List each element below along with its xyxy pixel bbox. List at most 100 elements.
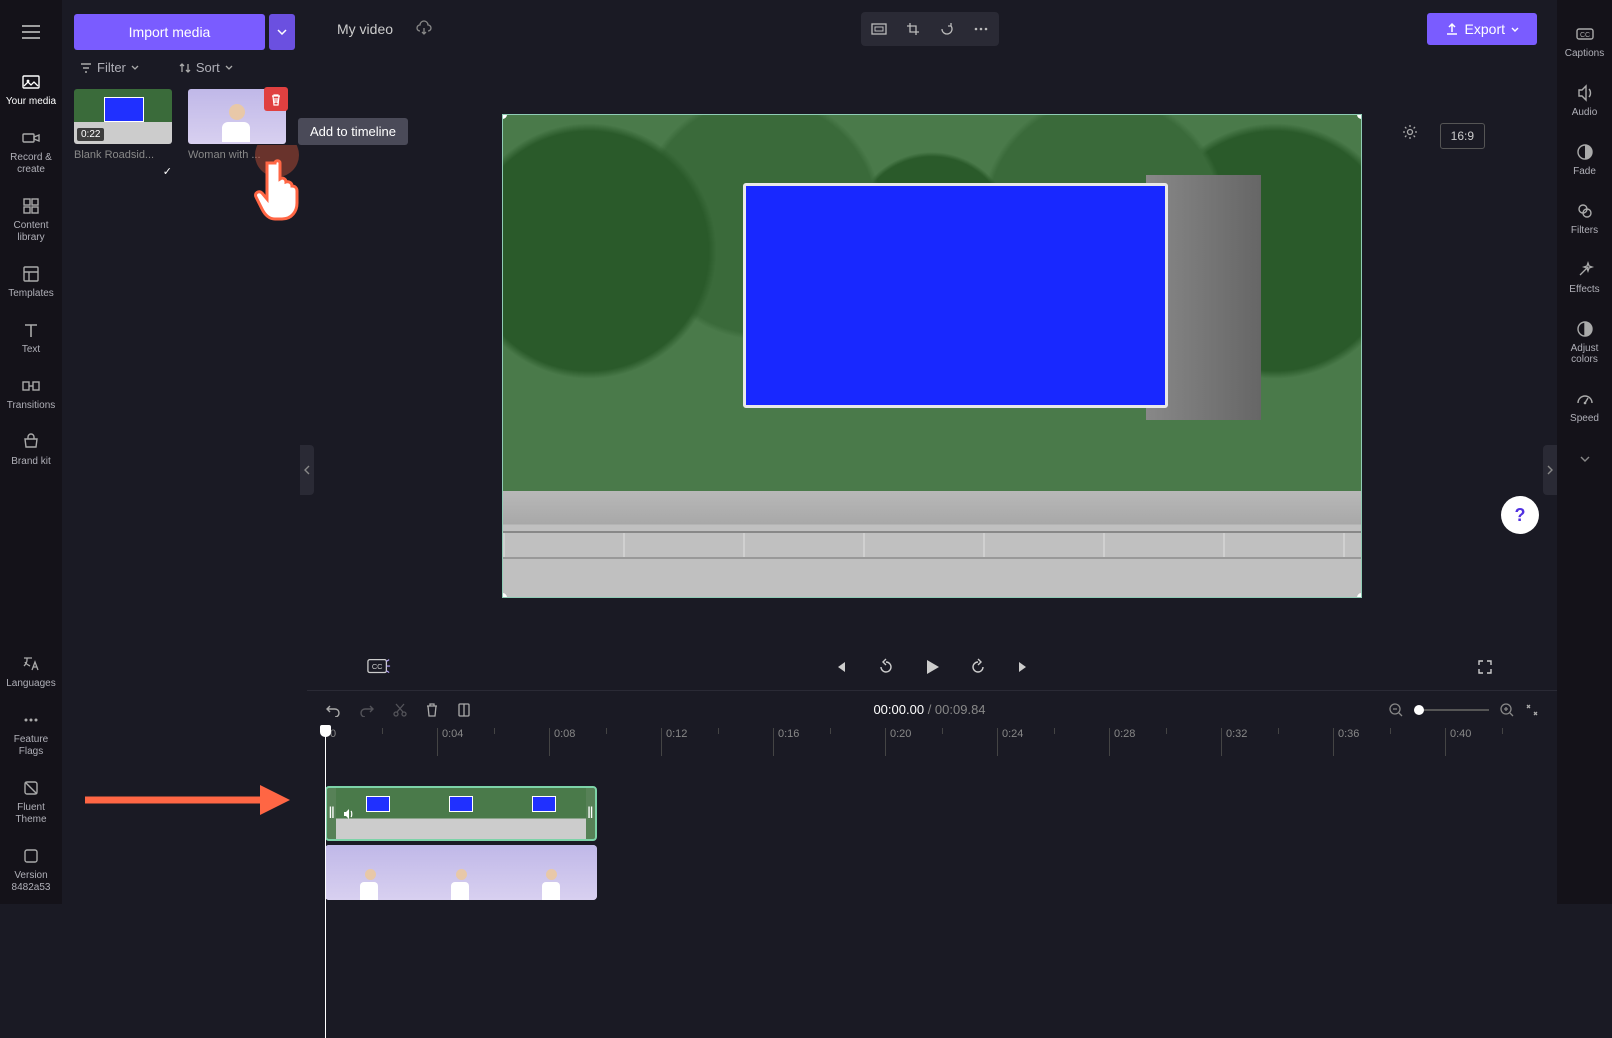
ruler-mark: 0:12 <box>661 728 773 756</box>
panel-adjust-colors[interactable]: Adjust colors <box>1557 307 1612 377</box>
zoom-slider[interactable] <box>1414 709 1489 711</box>
split-button[interactable] <box>457 702 471 718</box>
trash-icon <box>270 93 282 106</box>
brandkit-icon <box>21 432 41 452</box>
trash-icon <box>425 702 439 718</box>
library-icon <box>21 196 41 216</box>
panel-speed[interactable]: Speed <box>1557 377 1612 436</box>
preview-area: 16:9 <box>307 58 1557 644</box>
delete-button[interactable] <box>425 702 439 718</box>
nav-brand-kit[interactable]: Brand kit <box>0 422 62 478</box>
text-icon <box>21 320 41 340</box>
billboard-element[interactable] <box>743 183 1168 408</box>
left-nav-rail: Your media Record & create Content libra… <box>0 0 62 904</box>
preview-canvas[interactable] <box>502 114 1362 598</box>
undo-button[interactable] <box>325 703 341 717</box>
zoom-fit-button[interactable] <box>1525 703 1539 717</box>
playback-bar: CC <box>307 644 1557 690</box>
nav-templates[interactable]: Templates <box>0 254 62 310</box>
nav-record-create[interactable]: Record & create <box>0 118 62 186</box>
ruler-mark: 0:40 <box>1445 728 1557 756</box>
playhead[interactable] <box>325 728 326 1038</box>
nav-fluent-theme[interactable]: Fluent Theme <box>0 768 62 836</box>
media-clip-roadside[interactable]: 0:22 Blank Roadsid... ✓ <box>74 89 172 161</box>
fit-icon <box>1525 703 1539 717</box>
scissors-icon <box>393 702 407 718</box>
clip-handle-left[interactable]: ‖ <box>327 788 336 839</box>
crop-button[interactable] <box>898 15 928 43</box>
sync-button[interactable] <box>415 20 433 38</box>
fit-button[interactable] <box>864 15 894 43</box>
aspect-ratio-badge[interactable]: 16:9 <box>1440 123 1485 149</box>
timeline-clip-roadside[interactable]: ‖ ‖ <box>325 786 597 841</box>
split-icon <box>457 702 471 718</box>
nav-text[interactable]: Text <box>0 310 62 366</box>
delete-clip-button[interactable] <box>264 87 288 111</box>
rewind-button[interactable] <box>874 655 898 679</box>
captions-button[interactable]: CC <box>367 655 391 679</box>
ruler-mark: 0:08 <box>549 728 661 756</box>
duration-badge: 0:22 <box>77 128 104 141</box>
panel-audio[interactable]: Audio <box>1557 71 1612 130</box>
languages-icon <box>21 654 41 674</box>
cc-icon: CC <box>367 658 391 676</box>
timeline-tracks[interactable]: ‖ ‖ <box>307 756 1557 904</box>
cut-button[interactable] <box>393 702 407 718</box>
audio-icon <box>1575 83 1595 103</box>
right-panel-collapse[interactable] <box>1557 448 1612 470</box>
right-nav-rail: CC Captions Audio Fade Filters Effects A… <box>1557 0 1612 904</box>
version-icon <box>21 846 41 866</box>
panel-effects[interactable]: Effects <box>1557 248 1612 307</box>
sort-button[interactable]: Sort <box>179 60 233 75</box>
panel-fade[interactable]: Fade <box>1557 130 1612 189</box>
nav-languages[interactable]: Languages <box>0 644 62 700</box>
forward-button[interactable] <box>966 655 990 679</box>
zoom-in-icon <box>1499 702 1515 718</box>
redo-button[interactable] <box>359 703 375 717</box>
gear-icon <box>1401 123 1419 141</box>
clip-handle-right[interactable]: ‖ <box>586 788 595 839</box>
resize-handle[interactable] <box>502 593 507 598</box>
upload-icon <box>1445 22 1459 36</box>
prev-button[interactable] <box>828 655 852 679</box>
panel-captions[interactable]: CC Captions <box>1557 12 1612 71</box>
svg-text:CC: CC <box>372 662 383 671</box>
chevron-down-icon <box>225 65 233 70</box>
filter-button[interactable]: Filter <box>80 60 139 75</box>
resize-handle[interactable] <box>1357 593 1362 598</box>
import-media-dropdown[interactable] <box>269 14 295 50</box>
hamburger-menu[interactable] <box>0 12 62 52</box>
top-bar: My video Export <box>307 0 1557 58</box>
settings-button[interactable] <box>1401 123 1419 141</box>
timeline-clip-woman[interactable] <box>325 845 597 900</box>
nav-version[interactable]: Version 8482a53 <box>0 836 62 904</box>
fullscreen-button[interactable] <box>1473 655 1497 679</box>
zoom-in-button[interactable] <box>1499 702 1515 718</box>
export-button[interactable]: Export <box>1427 13 1537 45</box>
timeline-ruler[interactable]: 0 0:04 0:08 0:12 0:16 0:20 0:24 0:28 0:3… <box>307 728 1557 756</box>
nav-feature-flags[interactable]: Feature Flags <box>0 700 62 768</box>
ruler-mark: 0:20 <box>885 728 997 756</box>
redo-icon <box>359 703 375 717</box>
next-button[interactable] <box>1012 655 1036 679</box>
panel-filters[interactable]: Filters <box>1557 189 1612 248</box>
timeline-toolbar: 00:00.00 / 00:09.84 <box>307 690 1557 728</box>
chevron-down-icon <box>131 65 139 70</box>
sort-icon <box>179 62 191 74</box>
nav-transitions[interactable]: Transitions <box>0 366 62 422</box>
collapse-left-panel[interactable] <box>300 445 314 495</box>
fullscreen-icon <box>1477 659 1493 675</box>
more-button[interactable] <box>966 15 996 43</box>
collapse-right-panel[interactable] <box>1543 445 1557 495</box>
rotate-button[interactable] <box>932 15 962 43</box>
zoom-out-button[interactable] <box>1388 702 1404 718</box>
zoom-thumb[interactable] <box>1414 705 1424 715</box>
help-button[interactable]: ? <box>1501 496 1539 534</box>
nav-your-media[interactable]: Your media <box>0 62 62 118</box>
import-media-button[interactable]: Import media <box>74 14 265 50</box>
media-panel: Import media Filter Sort 0:22 Blank Road… <box>62 0 307 904</box>
filters-icon <box>1575 201 1595 221</box>
nav-content-library[interactable]: Content library <box>0 186 62 254</box>
project-title-input[interactable]: My video <box>327 15 403 43</box>
play-button[interactable] <box>920 655 944 679</box>
